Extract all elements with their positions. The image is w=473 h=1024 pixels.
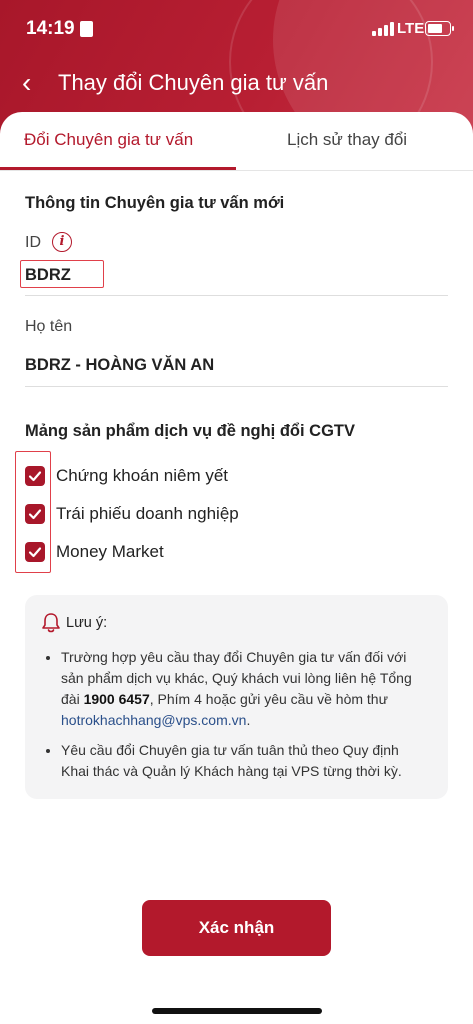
product-option-label: Chứng khoán niêm yết xyxy=(56,466,229,485)
product-option-label: Trái phiếu doanh nghiệp xyxy=(56,504,239,523)
support-email-link[interactable]: hotrokhachhang@vps.com.vn xyxy=(61,712,246,728)
checkbox-checked[interactable] xyxy=(25,466,45,486)
name-value: BDRZ - HOÀNG VĂN AN xyxy=(25,356,215,374)
info-icon[interactable]: i xyxy=(52,232,72,252)
signal-icon xyxy=(372,22,394,36)
product-option-corporate-bonds[interactable]: Trái phiếu doanh nghiệp xyxy=(25,502,239,526)
id-value[interactable]: BDRZ xyxy=(25,266,71,285)
id-label: ID xyxy=(25,234,41,251)
tab-change-history[interactable]: Lịch sử thay đổi xyxy=(287,130,407,150)
back-icon[interactable]: ‹ xyxy=(22,68,31,98)
note-text: . xyxy=(246,712,251,728)
active-tab-indicator xyxy=(0,167,236,170)
checkbox-checked[interactable] xyxy=(25,542,45,562)
note-item: Trường hợp yêu cầu thay đổi Chuyên gia t… xyxy=(61,647,430,731)
status-bar: 14:19 LTE xyxy=(0,0,473,58)
divider xyxy=(25,386,448,387)
note-text: Yêu cầu đổi Chuyên gia tư vấn tuân thủ t… xyxy=(61,742,402,779)
products-section-title: Mảng sản phẩm dịch vụ đề nghị đổi CGTV xyxy=(25,422,356,440)
note-title: Lưu ý: xyxy=(66,615,108,631)
confirm-button[interactable]: Xác nhận xyxy=(142,900,331,956)
home-indicator xyxy=(152,1008,322,1014)
checkmark-icon xyxy=(28,547,42,558)
checkmark-icon xyxy=(28,471,42,482)
sim-icon xyxy=(80,21,93,37)
product-option-money-market[interactable]: Money Market xyxy=(25,540,164,564)
tab-bar: Đổi Chuyên gia tư vấn Lịch sử thay đổi xyxy=(0,112,473,171)
checkbox-checked[interactable] xyxy=(25,504,45,524)
content-sheet: Đổi Chuyên gia tư vấn Lịch sử thay đổi xyxy=(0,112,473,1024)
name-label: Họ tên xyxy=(25,318,73,335)
bell-icon xyxy=(42,613,60,633)
product-option-label: Money Market xyxy=(56,542,164,561)
tab-change-advisor[interactable]: Đổi Chuyên gia tư vấn xyxy=(24,130,193,150)
status-time: 14:19 xyxy=(26,18,75,39)
divider xyxy=(25,295,448,296)
nav-bar: ‹ Thay đổi Chuyên gia tư vấn xyxy=(0,64,473,104)
product-option-listed-securities[interactable]: Chứng khoán niêm yết xyxy=(25,464,228,488)
note-list: Trường hợp yêu cầu thay đổi Chuyên gia t… xyxy=(25,647,448,791)
network-type: LTE xyxy=(397,20,425,37)
note-box: Lưu ý: Trường hợp yêu cầu thay đổi Chuyê… xyxy=(25,595,448,799)
note-text: , Phím 4 hoặc gửi yêu cầu về hòm thư xyxy=(149,691,388,707)
page-title: Thay đổi Chuyên gia tư vấn xyxy=(58,70,329,95)
checkmark-icon xyxy=(28,509,42,520)
note-item: Yêu cầu đổi Chuyên gia tư vấn tuân thủ t… xyxy=(61,740,430,782)
hotline-number: 1900 6457 xyxy=(83,691,150,707)
new-advisor-section-title: Thông tin Chuyên gia tư vấn mới xyxy=(25,194,285,212)
battery-icon xyxy=(425,21,454,36)
